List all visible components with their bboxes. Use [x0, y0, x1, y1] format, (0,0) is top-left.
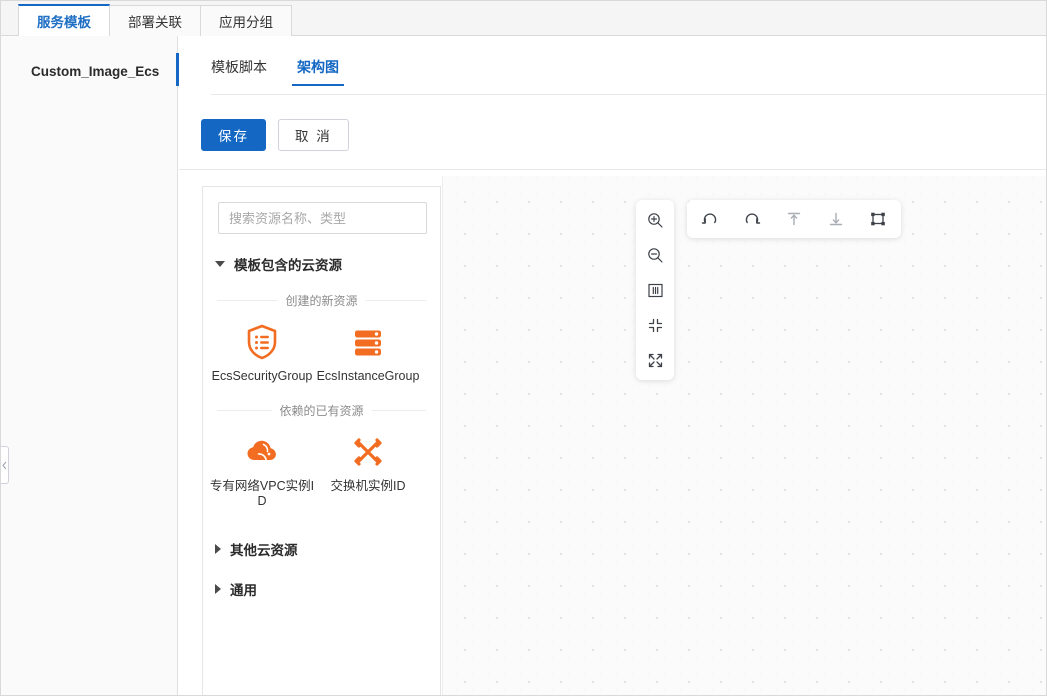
fit-to-screen-button[interactable]: [642, 277, 668, 303]
cloud-vpc-icon: [241, 431, 283, 473]
tab-service-template[interactable]: 服务模板: [18, 4, 110, 36]
architecture-diagram-page: 服务模板 部署关联 应用分组 Custom_Image_Ecs 模板脚本 架构图…: [0, 0, 1047, 696]
tab-deploy-association-label: 部署关联: [128, 15, 182, 30]
collapse-arrows-icon: [648, 318, 662, 332]
resource-item-ecs-instance-group[interactable]: EcsInstanceGroup: [315, 321, 421, 384]
top-tab-bar: 服务模板 部署关联 应用分组: [1, 1, 1046, 36]
undo-button[interactable]: [697, 206, 723, 232]
cancel-button[interactable]: 取 消: [278, 119, 349, 151]
section-existing-resources-divider: 依赖的已有资源: [217, 402, 427, 419]
zoom-out-button[interactable]: [642, 242, 668, 268]
section-new-resources-label: 创建的新资源: [285, 294, 358, 308]
resource-panel: 模板包含的云资源 创建的新资源: [202, 186, 441, 695]
align-top-icon: [787, 212, 801, 226]
resource-item-vpc-instance-id-label: 专有网络VPC实例ID: [209, 479, 315, 508]
expand-arrows-icon: [648, 353, 662, 367]
redo-button[interactable]: [739, 206, 765, 232]
canvas-action-toolbar: [687, 200, 901, 238]
resource-group-other-cloud-resources-label: 其他云资源: [230, 543, 298, 558]
save-button[interactable]: 保存: [201, 119, 266, 151]
resource-item-vpc-instance-id[interactable]: 专有网络VPC实例ID: [209, 431, 315, 509]
fit-to-screen-icon: [647, 283, 663, 297]
zoom-out-icon: [647, 247, 663, 263]
tab-architecture-diagram[interactable]: 架构图: [292, 57, 344, 86]
action-button-row: 保存 取 消: [201, 119, 349, 151]
resource-item-vswitch-instance-id-label: 交换机实例ID: [330, 479, 406, 493]
zoom-in-icon: [647, 212, 663, 228]
resource-search-input[interactable]: [218, 202, 427, 234]
select-all-button[interactable]: [865, 206, 891, 232]
divider-line-right: [365, 300, 427, 301]
switch-shuffle-icon: [347, 431, 389, 473]
align-bottom-button[interactable]: [823, 206, 849, 232]
select-all-icon: [871, 212, 885, 226]
resource-group-other-cloud-resources[interactable]: 其他云资源: [215, 539, 440, 559]
new-resource-grid: EcsSecurityGroup EcsInstanceGroup: [203, 321, 440, 384]
tab-service-template-label: 服务模板: [37, 15, 91, 30]
chevron-right-icon: [215, 544, 221, 554]
server-stack-icon: [347, 321, 389, 363]
divider-line-right: [371, 410, 427, 411]
collapse-left-icon: [1, 461, 6, 469]
chevron-right-icon: [215, 584, 221, 594]
sidebar-active-indicator: [176, 53, 179, 86]
toolbar-divider: [179, 169, 1046, 170]
template-sidebar: Custom_Image_Ecs: [1, 36, 178, 695]
collapse-view-button[interactable]: [642, 312, 668, 338]
resource-group-general-label: 通用: [230, 583, 257, 598]
section-existing-resources-label: 依赖的已有资源: [279, 404, 364, 418]
main-content: 模板脚本 架构图 保存 取 消 模板包含的云资源: [179, 36, 1046, 695]
align-bottom-icon: [829, 212, 843, 226]
align-top-button[interactable]: [781, 206, 807, 232]
resource-item-ecs-security-group[interactable]: EcsSecurityGroup: [209, 321, 315, 384]
tab-template-script-label: 模板脚本: [211, 59, 267, 75]
tab-application-group[interactable]: 应用分组: [200, 5, 292, 36]
tab-template-script[interactable]: 模板脚本: [211, 57, 267, 86]
resource-group-template-resources-label: 模板包含的云资源: [234, 258, 342, 273]
tab-deploy-association[interactable]: 部署关联: [109, 5, 201, 36]
resource-group-template-resources[interactable]: 模板包含的云资源: [215, 254, 440, 274]
chevron-down-icon: [215, 261, 225, 267]
tab-architecture-diagram-label: 架构图: [297, 59, 339, 75]
undo-icon: [701, 213, 717, 224]
divider-line-left: [217, 410, 272, 411]
resource-item-ecs-security-group-label: EcsSecurityGroup: [211, 369, 313, 383]
top-tabs: 服务模板 部署关联 应用分组: [18, 4, 292, 36]
canvas-zoom-toolbar: [636, 200, 674, 380]
cancel-button-label: 取 消: [295, 129, 332, 144]
inner-tabs: 模板脚本 架构图: [211, 57, 344, 86]
sidebar-item-custom-image-ecs[interactable]: Custom_Image_Ecs: [1, 58, 177, 85]
resource-search-wrap: [203, 187, 440, 234]
section-new-resources-divider: 创建的新资源: [217, 292, 427, 309]
expand-view-button[interactable]: [642, 347, 668, 373]
sidebar-collapse-handle[interactable]: [1, 446, 9, 484]
resource-item-vswitch-instance-id[interactable]: 交换机实例ID: [315, 431, 421, 509]
existing-resource-grid: 专有网络VPC实例ID 交换机实例ID: [203, 431, 440, 509]
tab-application-group-label: 应用分组: [219, 15, 273, 30]
divider-line-left: [217, 300, 278, 301]
inner-tabs-divider: [211, 94, 1046, 95]
resource-item-ecs-instance-group-label: EcsInstanceGroup: [316, 369, 420, 383]
sidebar-item-label: Custom_Image_Ecs: [31, 64, 160, 79]
save-button-label: 保存: [218, 129, 249, 144]
diagram-canvas[interactable]: [442, 176, 1046, 695]
zoom-in-button[interactable]: [642, 207, 668, 233]
resource-group-general[interactable]: 通用: [215, 579, 440, 599]
redo-icon: [745, 213, 761, 224]
shield-security-group-icon: [241, 321, 283, 363]
